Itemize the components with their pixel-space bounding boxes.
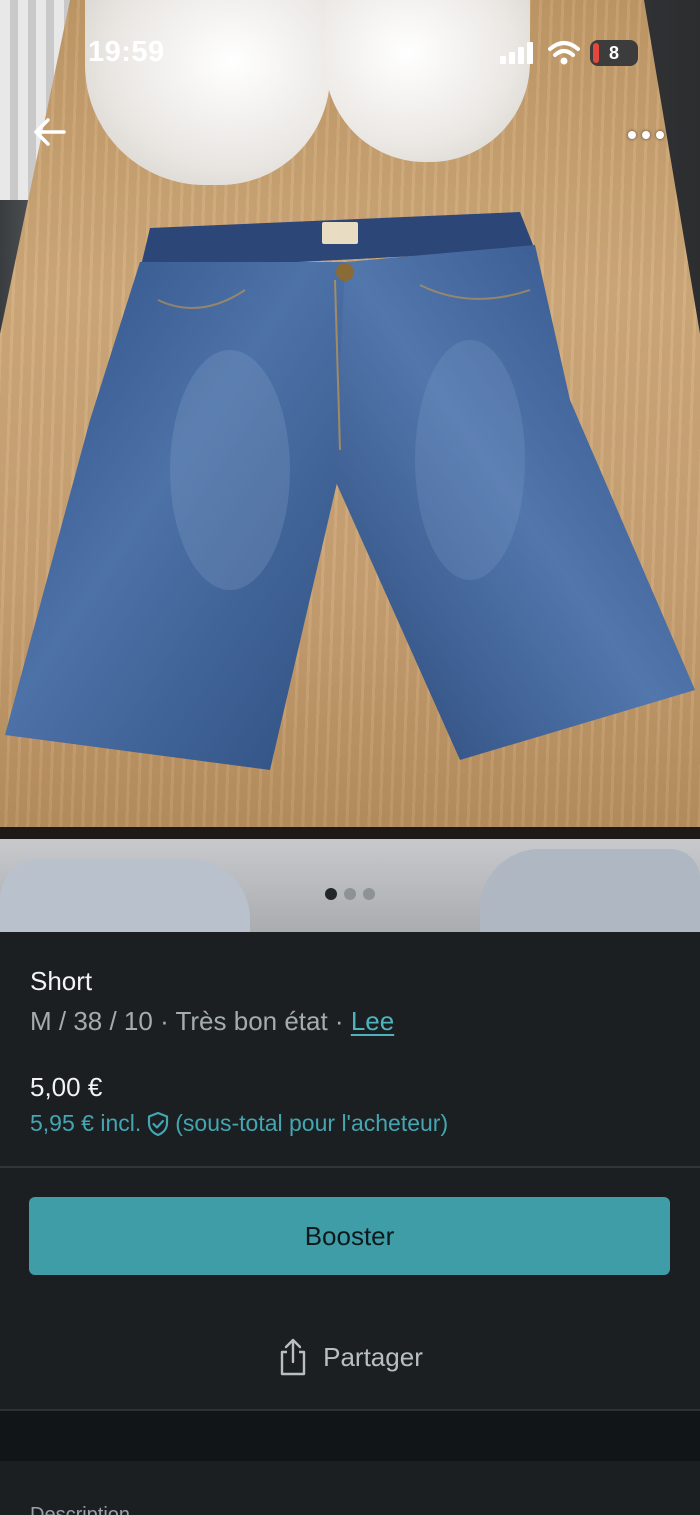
product-photo[interactable]: 19:59 8	[0, 0, 700, 932]
gallery-dot[interactable]	[363, 888, 375, 900]
share-icon	[280, 1338, 306, 1376]
share-button[interactable]: Partager	[0, 1327, 700, 1387]
gallery-dot[interactable]	[325, 888, 337, 900]
more-options-icon[interactable]	[628, 120, 670, 150]
signal-icon	[500, 42, 533, 64]
back-arrow-icon[interactable]	[30, 112, 70, 152]
item-price: 5,00 €	[30, 1072, 103, 1102]
item-size-condition: M / 38 / 10 · Très bon état ·	[30, 1006, 351, 1036]
description-heading: Description	[30, 1504, 131, 1515]
wifi-icon	[548, 41, 580, 65]
gallery-dot[interactable]	[344, 888, 356, 900]
status-time: 19:59	[88, 36, 165, 68]
section-separator	[0, 1409, 700, 1461]
share-label: Partager	[323, 1341, 423, 1372]
buyer-price[interactable]: 5,95 € incl. (sous-total pour l'acheteur…	[30, 1110, 448, 1137]
gallery-pagination	[0, 888, 700, 900]
buyer-price-note: (sous-total pour l'acheteur)	[175, 1110, 449, 1136]
shield-check-icon	[148, 1111, 169, 1136]
booster-button[interactable]: Booster	[29, 1197, 670, 1275]
item-info-panel: Short M / 38 / 10 · Très bon état · Lee …	[0, 932, 700, 1515]
brand-link[interactable]: Lee	[351, 1006, 394, 1036]
divider	[0, 1166, 700, 1168]
buyer-price-amount: 5,95 € incl.	[30, 1110, 142, 1136]
item-meta: M / 38 / 10 · Très bon état · Lee	[30, 1006, 394, 1037]
item-title: Short	[30, 966, 93, 996]
battery-level: 8	[608, 42, 619, 63]
photo-table-edge	[0, 827, 700, 839]
denim-shorts-image	[5, 212, 695, 770]
battery-icon: 8	[590, 40, 638, 66]
next-photo-peek	[0, 839, 700, 932]
